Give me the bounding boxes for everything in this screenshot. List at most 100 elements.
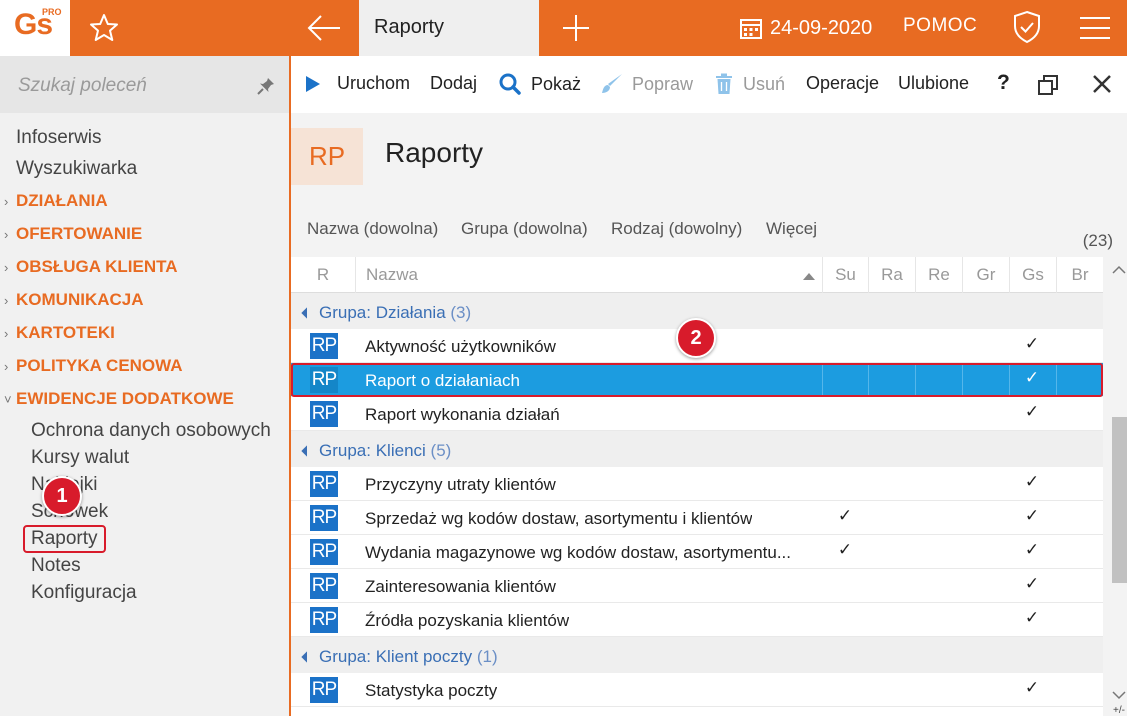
col-gs[interactable]: Gs bbox=[1009, 257, 1056, 293]
group-header[interactable]: Grupa: Klient poczty (1) bbox=[291, 637, 1103, 673]
add-button[interactable]: Dodaj bbox=[430, 73, 477, 94]
filter-kind[interactable]: Rodzaj (dowolny) bbox=[611, 219, 742, 239]
show-label: Pokaż bbox=[531, 73, 582, 94]
table-row[interactable]: RP Statystyka poczty ✓ bbox=[291, 673, 1103, 707]
collapse-triangle-icon[interactable] bbox=[301, 307, 313, 319]
col-r[interactable]: R bbox=[291, 257, 355, 293]
col-gr[interactable]: Gr bbox=[962, 257, 1009, 293]
section-label: OFERTOWANIE bbox=[16, 224, 143, 243]
shield-icon[interactable] bbox=[1012, 10, 1042, 44]
filter-name[interactable]: Nazwa (dowolna) bbox=[307, 219, 438, 239]
collapse-triangle-icon[interactable] bbox=[301, 651, 313, 663]
close-icon[interactable] bbox=[1092, 74, 1112, 94]
col-re[interactable]: Re bbox=[915, 257, 962, 293]
chevron-right-icon: › bbox=[4, 260, 9, 275]
scroll-up-icon[interactable] bbox=[1112, 265, 1126, 274]
hamburger-menu-icon[interactable] bbox=[1078, 14, 1112, 42]
date-picker[interactable]: 24-09-2020 bbox=[740, 14, 872, 42]
nav-section-dzialania[interactable]: › DZIAŁANIA bbox=[0, 184, 289, 217]
group-count: (3) bbox=[450, 303, 472, 322]
star-icon[interactable] bbox=[88, 12, 120, 44]
page-title: Raporty bbox=[385, 137, 484, 168]
nav-kursy-walut[interactable]: Kursy walut bbox=[0, 444, 289, 471]
operations-menu[interactable]: Operacje bbox=[806, 73, 879, 94]
plus-icon[interactable] bbox=[560, 12, 592, 44]
nav-wyszukiwarka[interactable]: Wyszukiwarka bbox=[0, 153, 289, 184]
calendar-icon bbox=[740, 19, 762, 39]
back-arrow-icon[interactable] bbox=[306, 12, 342, 44]
nav-section-ofertowanie[interactable]: › OFERTOWANIE bbox=[0, 217, 289, 250]
col-nazwa[interactable]: Nazwa bbox=[355, 257, 822, 293]
report-name: Zainteresowania klientów bbox=[365, 577, 556, 596]
col-ra[interactable]: Ra bbox=[868, 257, 915, 293]
scroll-down-icon[interactable] bbox=[1112, 691, 1126, 700]
table-row[interactable]: RP Raport o działaniach ✓ bbox=[291, 363, 1103, 397]
chevron-right-icon: › bbox=[4, 293, 9, 308]
check-gs: ✓ bbox=[1024, 472, 1040, 491]
favorites-menu[interactable]: Ulubione bbox=[898, 73, 969, 94]
app-logo[interactable]: Gs PRO bbox=[0, 0, 70, 56]
filter-bar: Nazwa (dowolna) Grupa (dowolna) Rodzaj (… bbox=[291, 195, 1127, 257]
show-button[interactable]: Pokaż bbox=[499, 73, 581, 95]
section-label: OBSŁUGA KLIENTA bbox=[16, 257, 178, 276]
search-input[interactable] bbox=[16, 72, 246, 100]
nav-section-komunikacja[interactable]: › KOMUNIKACJA bbox=[0, 283, 289, 316]
nav-list: Infoserwis Wyszukiwarka › DZIAŁANIA › OFER… bbox=[0, 122, 289, 606]
run-label: Uruchom bbox=[337, 73, 411, 93]
nav-notes[interactable]: Notes bbox=[0, 552, 289, 579]
table-row[interactable]: RP Zainteresowania klientów ✓ bbox=[291, 569, 1103, 603]
edit-button[interactable]: Popraw bbox=[600, 73, 693, 95]
report-name: Raport o działaniach bbox=[365, 371, 520, 390]
table-row[interactable]: RP Raport wykonania działań ✓ bbox=[291, 397, 1103, 431]
group-prefix: Grupa: bbox=[319, 647, 371, 666]
check-su: ✓ bbox=[837, 540, 853, 559]
nav-section-ewidencje-dodatkowe[interactable]: ˅ EWIDENCJE DODATKOWE bbox=[0, 382, 289, 415]
table-row[interactable]: RP Źródła pozyskania klientów ✓ bbox=[291, 603, 1103, 637]
brush-icon bbox=[602, 74, 622, 93]
row-divider bbox=[962, 363, 963, 397]
table-row[interactable]: RP Sprzedaż wg kodów dostaw, asortymentu … bbox=[291, 501, 1103, 535]
filter-group[interactable]: Grupa (dowolna) bbox=[461, 219, 588, 239]
col-br[interactable]: Br bbox=[1056, 257, 1103, 293]
col-su[interactable]: Su bbox=[822, 257, 868, 293]
help-button[interactable]: ? bbox=[997, 71, 1010, 95]
collapse-triangle-icon[interactable] bbox=[301, 445, 313, 457]
report-icon: RP bbox=[310, 505, 338, 531]
nav-section-obsluga-klienta[interactable]: › OBSŁUGA KLIENTA bbox=[0, 250, 289, 283]
group-header[interactable]: Grupa: Klienci (5) bbox=[291, 431, 1103, 467]
nav-infoserwis[interactable]: Infoserwis bbox=[0, 122, 289, 153]
nav-section-kartoteki[interactable]: › KARTOTEKI bbox=[0, 316, 289, 349]
tab-raporty[interactable]: Raporty bbox=[359, 0, 539, 56]
group-name: Działania bbox=[375, 303, 446, 322]
chevron-right-icon: › bbox=[4, 227, 9, 242]
nav-konfiguracja[interactable]: Konfiguracja bbox=[0, 579, 289, 606]
restore-window-icon[interactable] bbox=[1037, 74, 1059, 96]
nav-raporty[interactable]: Raporty bbox=[0, 525, 289, 553]
tab-label: Raporty bbox=[374, 16, 445, 38]
check-gs: ✓ bbox=[1024, 368, 1040, 387]
pin-icon[interactable] bbox=[256, 76, 276, 96]
nav-ochrona-danych[interactable]: Ochrona danych osobowych bbox=[0, 417, 289, 444]
run-button[interactable]: Uruchom bbox=[305, 73, 410, 94]
scrollbar-thumb[interactable] bbox=[1112, 417, 1127, 583]
nav-section-polityka-cenowa[interactable]: › POLITYKA CENOWA bbox=[0, 349, 289, 382]
table-row[interactable]: RP Przyczyny utraty klientów ✓ bbox=[291, 467, 1103, 501]
filter-more[interactable]: Więcej bbox=[766, 219, 817, 239]
command-search bbox=[0, 56, 289, 113]
help-label: ? bbox=[997, 71, 1010, 94]
table-row[interactable]: RP Wydania magazynowe wg kodów dostaw, as… bbox=[291, 535, 1103, 569]
play-icon bbox=[306, 75, 320, 92]
group-name: Klienci bbox=[375, 441, 426, 460]
report-name: Wydania magazynowe wg kodów dostaw, asor… bbox=[365, 543, 792, 562]
vertical-scrollbar[interactable] bbox=[1103, 257, 1127, 716]
delete-button[interactable]: Usuń bbox=[715, 73, 785, 95]
help-link[interactable]: POMOC bbox=[903, 15, 977, 37]
report-name: Przyczyny utraty klientów bbox=[365, 475, 556, 494]
row-divider bbox=[1056, 363, 1057, 397]
group-count: (5) bbox=[430, 441, 452, 460]
corner-label: +/- bbox=[1113, 705, 1125, 716]
group-count: (1) bbox=[476, 647, 498, 666]
check-gs: ✓ bbox=[1024, 678, 1040, 697]
record-count: (23) bbox=[1082, 231, 1113, 250]
report-icon: RP bbox=[310, 573, 338, 599]
